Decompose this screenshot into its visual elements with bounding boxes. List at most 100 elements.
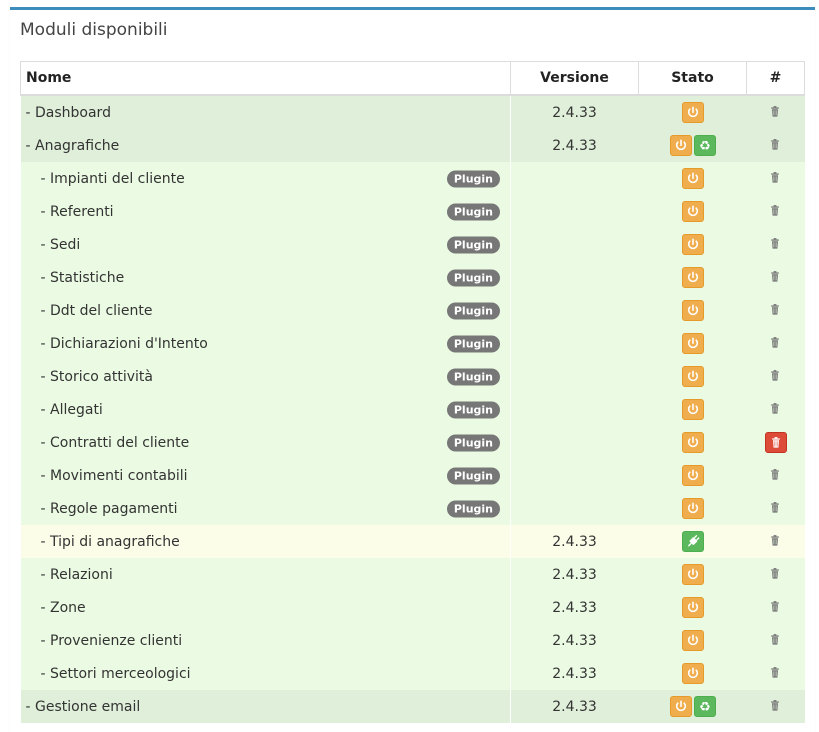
module-actions-cell (746, 690, 805, 723)
module-name: - Contratti del cliente (40, 434, 190, 451)
plugin-badge: Plugin (446, 269, 500, 286)
plugin-badge: Plugin (446, 467, 500, 484)
delete-module-button[interactable] (765, 498, 787, 519)
module-name-cell: - Statistiche Plugin (20, 261, 511, 294)
disable-module-button[interactable] (669, 696, 692, 717)
delete-module-button[interactable] (765, 234, 787, 255)
module-name-cell: - Ddt del cliente Plugin (20, 294, 511, 327)
module-name: - Movimenti contabili (40, 467, 188, 484)
delete-module-button[interactable] (765, 300, 787, 321)
module-actions-cell (746, 327, 805, 360)
table-row: - Anagrafiche 2.4.33 ♻ (20, 129, 805, 162)
module-status-cell (638, 327, 747, 360)
module-status-cell (638, 195, 747, 228)
module-name: - Allegati (40, 401, 103, 418)
plugin-badge: Plugin (446, 170, 500, 187)
disable-module-button[interactable] (681, 300, 704, 321)
disable-module-button[interactable] (681, 399, 704, 420)
table-row: - Tipi di anagrafiche 2.4.33 (20, 525, 805, 558)
delete-module-button[interactable] (765, 201, 787, 222)
module-name-cell: - Sedi Plugin (20, 228, 511, 261)
delete-module-button[interactable] (765, 465, 787, 486)
delete-module-button[interactable] (765, 168, 787, 189)
table-row: - Dichiarazioni d'Intento Plugin (20, 327, 805, 360)
delete-module-button[interactable] (765, 333, 787, 354)
disable-module-button[interactable] (681, 366, 704, 387)
module-version: 2.4.33 (510, 525, 639, 558)
plugin-badge: Plugin (446, 368, 500, 385)
delete-module-button[interactable] (765, 366, 787, 387)
module-name-cell: - Gestione email (20, 690, 511, 723)
module-actions-cell (746, 195, 805, 228)
disable-module-button[interactable] (681, 201, 704, 222)
delete-module-button[interactable] (765, 102, 787, 123)
module-actions-cell (746, 360, 805, 393)
module-name-cell: - Zone (20, 591, 511, 624)
table-row: - Statistiche Plugin (20, 261, 805, 294)
plugin-badge: Plugin (446, 302, 500, 319)
disable-module-button[interactable] (681, 267, 704, 288)
disable-module-button[interactable] (681, 498, 704, 519)
disable-module-button[interactable] (681, 432, 704, 453)
module-name-cell: - Referenti Plugin (20, 195, 511, 228)
disable-module-button[interactable] (681, 597, 704, 618)
module-actions-cell (746, 294, 805, 327)
table-row: - Zone 2.4.33 (20, 591, 805, 624)
module-version (510, 195, 639, 228)
module-name: - Sedi (40, 236, 81, 253)
delete-module-button[interactable] (765, 135, 787, 156)
table-row: - Contratti del cliente Plugin (20, 426, 805, 459)
module-name: - Anagrafiche (25, 137, 120, 154)
col-header-name[interactable]: Nome (20, 61, 511, 96)
module-status-cell (638, 360, 747, 393)
enable-module-button[interactable] (681, 531, 704, 552)
table-row: - Allegati Plugin (20, 393, 805, 426)
disable-module-button[interactable] (681, 102, 704, 123)
table-header-row: Nome Versione Stato # (20, 61, 805, 96)
delete-module-button[interactable] (765, 531, 787, 552)
table-row: - Ddt del cliente Plugin (20, 294, 805, 327)
module-version (510, 261, 639, 294)
delete-module-button[interactable] (765, 399, 787, 420)
table-row: - Gestione email 2.4.33 ♻ (20, 690, 805, 723)
disable-module-button[interactable] (681, 234, 704, 255)
module-version: 2.4.33 (510, 558, 639, 591)
module-status-cell (638, 525, 747, 558)
disable-module-button[interactable] (681, 663, 704, 684)
module-version: 2.4.33 (510, 624, 639, 657)
delete-module-button[interactable] (765, 564, 787, 585)
disable-module-button[interactable] (681, 333, 704, 354)
disable-module-button[interactable] (681, 630, 704, 651)
module-version (510, 162, 639, 195)
module-status-cell: ♻ (638, 690, 747, 723)
disable-module-button[interactable] (681, 564, 704, 585)
delete-module-button[interactable] (765, 663, 787, 684)
plugin-badge: Plugin (446, 401, 500, 418)
module-version (510, 360, 639, 393)
delete-module-button[interactable] (765, 630, 787, 651)
disable-module-button[interactable] (681, 465, 704, 486)
plugin-badge: Plugin (446, 236, 500, 253)
plugin-badge: Plugin (446, 434, 500, 451)
module-name-cell: - Anagrafiche (20, 129, 511, 162)
module-status-cell (638, 294, 747, 327)
disable-module-button[interactable] (669, 135, 692, 156)
delete-module-button[interactable] (765, 597, 787, 618)
delete-module-button[interactable] (765, 696, 787, 717)
col-header-status[interactable]: Stato (638, 61, 747, 96)
plugin-badge: Plugin (446, 500, 500, 517)
module-name: - Gestione email (25, 698, 141, 715)
disable-module-button[interactable] (681, 168, 704, 189)
module-name: - Ddt del cliente (40, 302, 153, 319)
module-name-cell: - Relazioni (20, 558, 511, 591)
uninstall-module-button[interactable]: ♻ (693, 696, 716, 717)
module-name: - Regole pagamenti (40, 500, 178, 517)
uninstall-module-button[interactable]: ♻ (693, 135, 716, 156)
module-actions-cell (746, 95, 805, 129)
svg-text:♻: ♻ (699, 139, 711, 154)
delete-module-button[interactable] (764, 432, 787, 453)
module-name: - Statistiche (40, 269, 125, 286)
module-actions-cell (746, 162, 805, 195)
delete-module-button[interactable] (765, 267, 787, 288)
col-header-version[interactable]: Versione (510, 61, 639, 96)
